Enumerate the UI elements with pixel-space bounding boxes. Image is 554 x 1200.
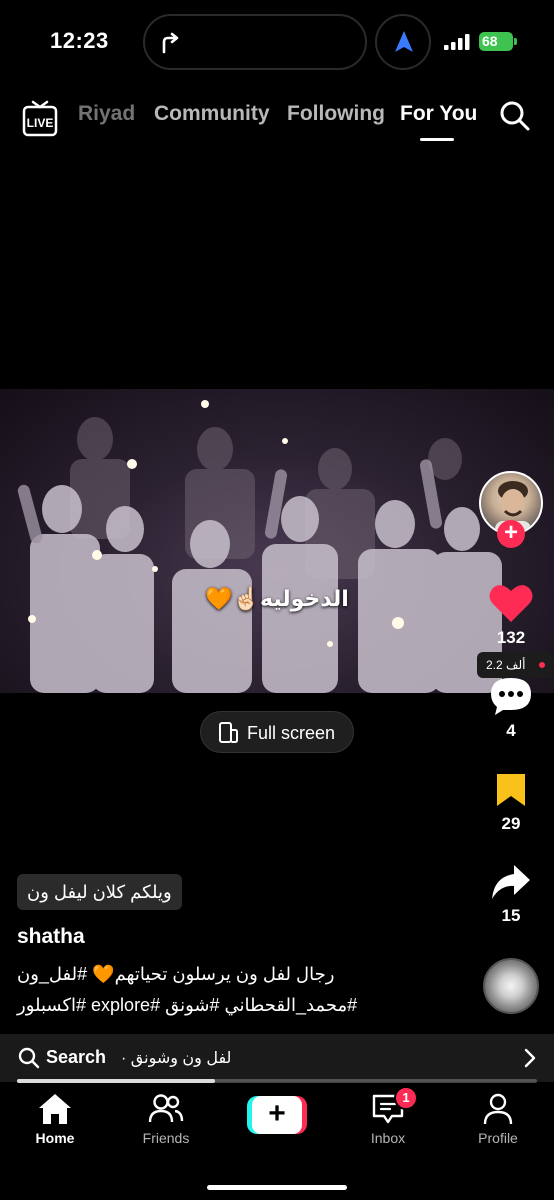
- battery-level: 68: [482, 33, 498, 49]
- full-screen-button[interactable]: Full screen: [200, 711, 354, 753]
- navigation-indicator[interactable]: [375, 14, 431, 70]
- search-icon[interactable]: [499, 100, 531, 132]
- live-tv-icon[interactable]: LIVE: [22, 96, 58, 140]
- dynamic-island[interactable]: [143, 14, 367, 70]
- status-bar: 12:23 68: [0, 0, 554, 84]
- create-post-button[interactable]: +: [247, 1096, 307, 1134]
- profile-icon: [483, 1093, 513, 1125]
- comment-icon[interactable]: [489, 676, 533, 716]
- friends-icon: [148, 1094, 184, 1123]
- share-count: 15: [501, 906, 521, 925]
- status-time: 12:23: [50, 28, 109, 53]
- home-icon: [39, 1094, 71, 1124]
- bottom-navigation: Home Friends + Inbox Profile: [0, 1084, 554, 1200]
- search-label: Search: [46, 1047, 107, 1067]
- nav-profile-label: Profile: [478, 1130, 518, 1146]
- like-count: 132: [496, 628, 526, 647]
- viewer-count: 2.2 ألف: [486, 658, 526, 672]
- comment-count: 4: [506, 721, 516, 740]
- search-icon: [18, 1047, 40, 1069]
- live-label: LIVE: [27, 116, 54, 130]
- video-frame-crowd: [17, 400, 502, 693]
- viewer-count-badge: 2.2 ألف: [477, 652, 553, 678]
- turn-arrow-icon: [162, 32, 179, 54]
- nav-home-label: Home: [35, 1130, 75, 1146]
- video-player[interactable]: الدخوليه☝🏻🧡: [0, 389, 554, 693]
- follow-button[interactable]: +: [497, 520, 525, 548]
- nav-home[interactable]: Home: [10, 1092, 100, 1146]
- post-caption-hashtags[interactable]: #محمد_القحطاني #شونق #explore #اكسبلور: [17, 995, 457, 1016]
- tab-following[interactable]: Following: [287, 102, 385, 126]
- active-tab-indicator: [420, 138, 454, 141]
- cellular-signal-icon: [444, 34, 470, 50]
- nav-friends-label: Friends: [142, 1130, 190, 1146]
- search-query: لفل ون وشونق ·: [121, 1050, 232, 1067]
- nav-inbox-label: Inbox: [370, 1130, 406, 1146]
- save-count: 29: [501, 814, 521, 833]
- related-search-bar[interactable]: Search لفل ون وشونق ·: [0, 1034, 554, 1082]
- nav-profile[interactable]: Profile: [453, 1092, 543, 1146]
- home-indicator: [207, 1185, 347, 1190]
- inbox-notification-badge: 1: [394, 1086, 418, 1110]
- video-progress-fill: [17, 1079, 215, 1083]
- nav-friends[interactable]: Friends: [121, 1092, 211, 1146]
- rotate-screen-icon: [219, 722, 238, 743]
- chevron-right-icon: [524, 1048, 536, 1068]
- caption-sticker[interactable]: ويلكم كلان ليفل ون: [17, 874, 182, 910]
- creator-username[interactable]: shatha: [17, 925, 85, 949]
- video-overlay-text: الدخوليه☝🏻🧡: [205, 586, 349, 611]
- battery-tip: [514, 38, 517, 45]
- plus-icon: +: [252, 1096, 302, 1134]
- heart-icon[interactable]: [488, 582, 534, 624]
- share-icon[interactable]: [490, 863, 532, 901]
- post-caption-line1[interactable]: رجال لفل ون يرسلون تحياتهم🧡 #لفل_ون: [17, 964, 457, 985]
- battery-charging-icon: 68: [479, 32, 513, 51]
- video-progress-bar[interactable]: [17, 1079, 537, 1083]
- live-dot: [539, 662, 545, 668]
- tab-community[interactable]: Community: [154, 102, 270, 126]
- tab-for-you[interactable]: For You: [400, 102, 477, 126]
- full-screen-label: Full screen: [247, 723, 336, 743]
- nav-inbox[interactable]: Inbox: [343, 1092, 433, 1146]
- navigation-arrow-icon: [395, 31, 413, 52]
- tab-riyad[interactable]: Riyad: [78, 102, 135, 126]
- music-disc-icon[interactable]: [483, 958, 539, 1014]
- bookmark-icon[interactable]: [495, 772, 527, 808]
- top-tab-bar: LIVE Riyad Community Following For You: [0, 90, 554, 146]
